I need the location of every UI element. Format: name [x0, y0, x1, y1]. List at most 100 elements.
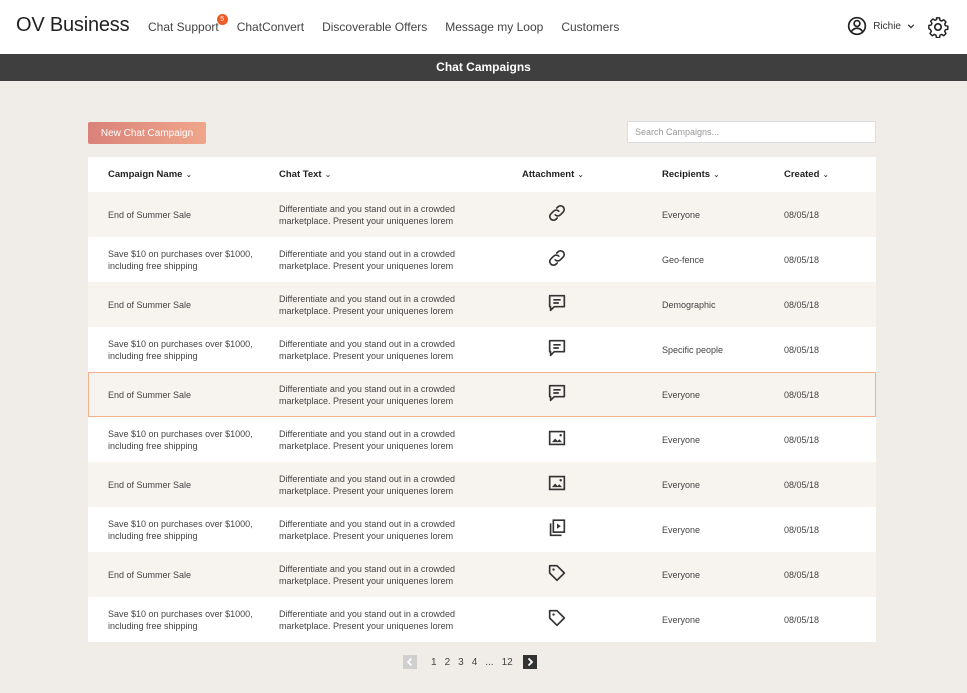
campaign-name: End of Summer Sale: [108, 390, 192, 400]
table-row[interactable]: Save $10 on purchases over $1000, includ…: [88, 237, 876, 282]
nav-link-label: Chat Support: [148, 20, 219, 34]
recipients: Demographic: [662, 300, 716, 310]
table-row[interactable]: End of Summer Sale Differentiate and you …: [88, 372, 876, 417]
created-date: 08/05/18: [784, 615, 820, 625]
page-number[interactable]: 4: [472, 657, 478, 668]
table-row[interactable]: Save $10 on purchases over $1000, includ…: [88, 417, 876, 462]
page-number[interactable]: 1: [431, 657, 437, 668]
created-date: 08/05/18: [784, 390, 820, 400]
chat-text: Differentiate and you stand out in a cro…: [279, 204, 455, 226]
campaigns-table: Campaign Name ⌄ Chat Text ⌄ Attachment ⌄ Re…: [88, 157, 876, 642]
tag-icon[interactable]: [546, 607, 570, 631]
recipients: Everyone: [662, 615, 701, 625]
nav-link-chat-support[interactable]: Chat Support 5: [148, 14, 228, 34]
campaign-name: End of Summer Sale: [108, 300, 192, 310]
recipients: Geo-fence: [662, 255, 705, 265]
created-date: 08/05/18: [784, 525, 820, 535]
table-row[interactable]: End of Summer Sale Differentiate and you …: [88, 462, 876, 507]
search-input[interactable]: [627, 121, 876, 143]
recipients: Everyone: [662, 435, 701, 445]
top-nav: OV Business Chat Support 5 ChatConvert D…: [0, 0, 967, 54]
column-header-label: Chat Text: [279, 169, 322, 180]
campaign-name: End of Summer Sale: [108, 570, 192, 580]
table-row[interactable]: Save $10 on purchases over $1000, includ…: [88, 597, 876, 642]
column-header-label: Attachment: [522, 169, 575, 180]
nav-link-message-my-loop[interactable]: Message my Loop: [445, 20, 543, 34]
column-header-label: Created: [784, 169, 820, 180]
video-icon[interactable]: [546, 517, 570, 541]
nav-link-discoverable-offers[interactable]: Discoverable Offers: [322, 20, 427, 34]
chevron-down-icon: ⌄: [324, 170, 332, 179]
table-row[interactable]: Save $10 on purchases over $1000, includ…: [88, 327, 876, 372]
tag-icon[interactable]: [546, 562, 570, 586]
recipients: Everyone: [662, 570, 701, 580]
chevron-down-icon: ⌄: [577, 170, 584, 179]
table-row[interactable]: Save $10 on purchases over $1000, includ…: [88, 507, 876, 552]
campaign-name: End of Summer Sale: [108, 480, 192, 490]
column-header-attachment[interactable]: Attachment ⌄: [522, 169, 584, 180]
table-row[interactable]: End of Summer Sale Differentiate and you …: [88, 552, 876, 597]
image-icon[interactable]: [546, 472, 570, 496]
campaign-name: Save $10 on purchases over $1000, includ…: [108, 249, 253, 271]
column-header-campaign-name[interactable]: Campaign Name ⌄: [108, 169, 192, 180]
nav-link-customers[interactable]: Customers: [561, 20, 619, 34]
created-date: 08/05/18: [784, 255, 820, 265]
nav-link-label: ChatConvert: [236, 20, 305, 34]
chevron-down-icon: ⌄: [185, 170, 193, 179]
message-icon[interactable]: [546, 382, 570, 406]
gear-icon[interactable]: [927, 16, 949, 38]
user-menu[interactable]: Richie: [847, 16, 915, 36]
table-header: Campaign Name ⌄ Chat Text ⌄ Attachment ⌄ Re…: [88, 157, 876, 192]
chat-text: Differentiate and you stand out in a cro…: [279, 474, 455, 496]
message-icon[interactable]: [546, 292, 570, 316]
nav-link-label: Customers: [561, 20, 620, 34]
link-icon[interactable]: [546, 247, 570, 271]
column-header-created[interactable]: Created ⌄: [784, 169, 829, 180]
chat-text: Differentiate and you stand out in a cro…: [279, 294, 455, 316]
link-icon[interactable]: [546, 202, 570, 226]
nav-link-label: Message my Loop: [445, 20, 544, 34]
created-date: 08/05/18: [784, 345, 820, 355]
chat-text: Differentiate and you stand out in a cro…: [279, 564, 455, 586]
chat-text: Differentiate and you stand out in a cro…: [279, 384, 455, 406]
nav-links: Chat Support 5 ChatConvert Discoverable …: [148, 14, 619, 34]
page-number[interactable]: 12: [502, 657, 513, 668]
column-header-recipients[interactable]: Recipients ⌄: [662, 169, 720, 180]
pagination: 1 2 3 4 ... 12: [403, 655, 537, 669]
table-row[interactable]: End of Summer Sale Differentiate and you …: [88, 192, 876, 237]
recipients: Specific people: [662, 345, 724, 355]
chat-text: Differentiate and you stand out in a cro…: [279, 339, 455, 361]
new-chat-campaign-button[interactable]: New Chat Campaign: [88, 122, 206, 144]
chevron-down-icon: ⌄: [822, 170, 830, 179]
campaign-name: Save $10 on purchases over $1000, includ…: [108, 429, 253, 451]
user-name: Richie: [873, 20, 901, 32]
page-ellipsis: ...: [485, 656, 494, 668]
app-logo[interactable]: OV Business: [16, 14, 130, 37]
message-icon[interactable]: [546, 337, 570, 361]
campaign-name: Save $10 on purchases over $1000, includ…: [108, 609, 253, 631]
created-date: 08/05/18: [784, 210, 820, 220]
page-number[interactable]: 3: [458, 657, 464, 668]
page-number[interactable]: 2: [445, 657, 451, 668]
chevron-down-icon: [907, 24, 915, 29]
chat-text: Differentiate and you stand out in a cro…: [279, 519, 455, 541]
table-row[interactable]: End of Summer Sale Differentiate and you …: [88, 282, 876, 327]
created-date: 08/05/18: [784, 435, 820, 445]
created-date: 08/05/18: [784, 300, 820, 310]
chat-text: Differentiate and you stand out in a cro…: [279, 249, 455, 271]
nav-link-label: Discoverable Offers: [322, 20, 428, 34]
notification-badge: 5: [216, 14, 228, 25]
recipients: Everyone: [662, 525, 701, 535]
chevron-right-icon[interactable]: [522, 655, 537, 669]
campaign-name: Save $10 on purchases over $1000, includ…: [108, 519, 253, 541]
nav-link-chatconvert[interactable]: ChatConvert: [237, 20, 304, 34]
column-header-chat-text[interactable]: Chat Text ⌄: [279, 169, 331, 180]
user-avatar-icon: [848, 16, 867, 36]
column-header-label: Campaign Name: [108, 169, 183, 180]
recipients: Everyone: [662, 480, 701, 490]
column-header-label: Recipients: [662, 169, 711, 180]
page-title: Chat Campaigns: [0, 54, 967, 81]
recipients: Everyone: [662, 210, 701, 220]
image-icon[interactable]: [546, 427, 570, 451]
chevron-left-icon[interactable]: [403, 655, 417, 669]
